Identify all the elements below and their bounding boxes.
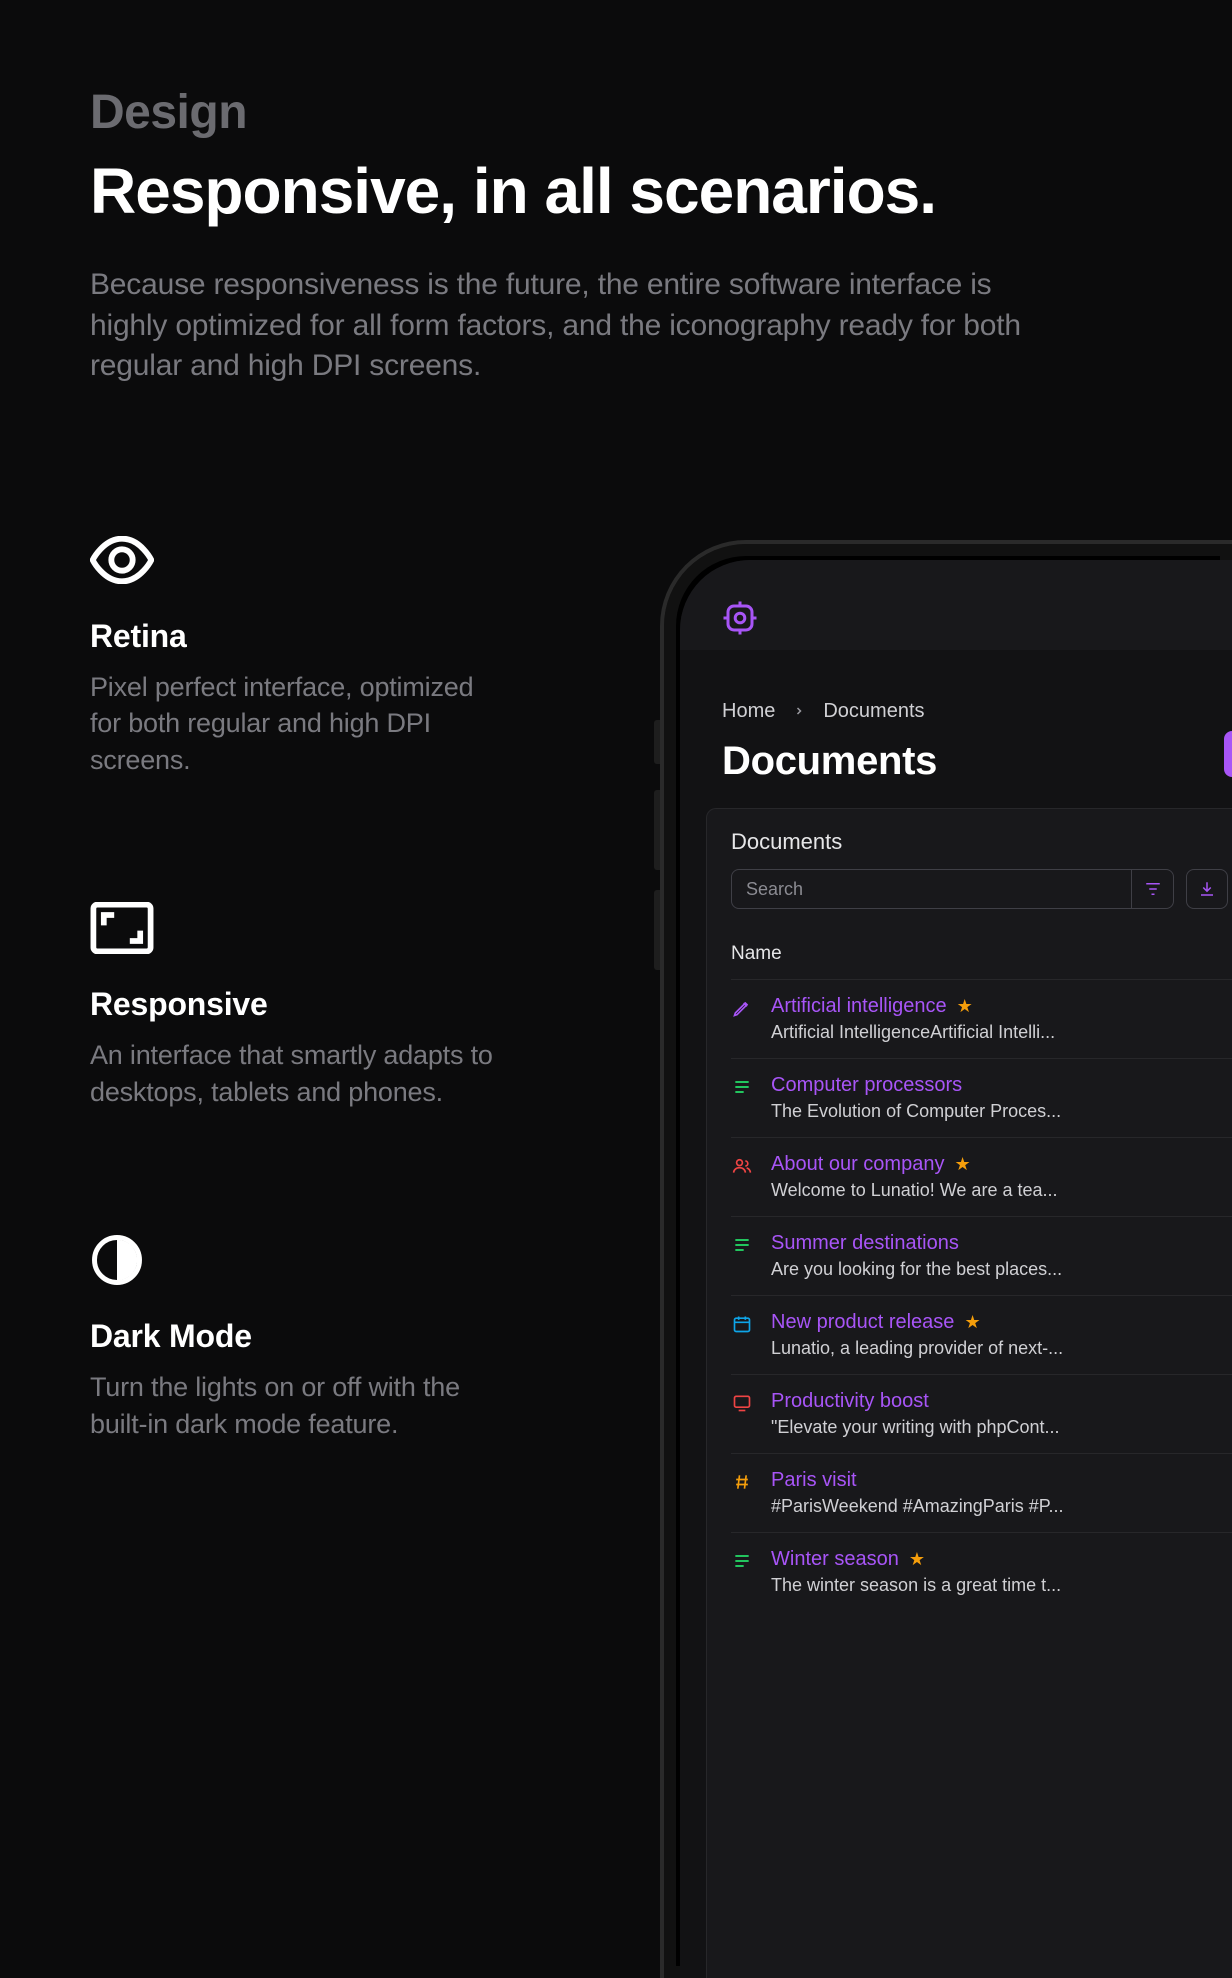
table-row[interactable]: New product release★ Lunatio, a leading p… — [731, 1295, 1232, 1374]
table-row[interactable]: Productivity boost "Elevate your writing … — [731, 1374, 1232, 1453]
row-subtitle: Welcome to Lunatio! We are a tea... — [771, 1180, 1151, 1201]
feature-retina: Retina Pixel perfect interface, optimize… — [90, 530, 510, 778]
star-icon: ★ — [909, 1549, 925, 1570]
row-title[interactable]: Winter season★ — [771, 1548, 1224, 1571]
row-title[interactable]: Computer processors — [771, 1074, 1224, 1097]
filter-button[interactable] — [1131, 869, 1173, 909]
table-row[interactable]: Artificial intelligence★ Artificial Intel… — [731, 979, 1232, 1058]
search-box[interactable] — [731, 869, 1174, 909]
headline-text: Responsive, in all scenarios. — [90, 158, 1142, 225]
column-header-name: Name — [731, 943, 1232, 965]
contrast-icon — [90, 1230, 162, 1290]
table-row[interactable]: Winter season★ The winter season is a gre… — [731, 1532, 1232, 1611]
star-icon: ★ — [964, 1312, 980, 1333]
chevron-right-icon — [793, 700, 805, 723]
app-logo-icon — [722, 600, 758, 636]
feature-darkmode: Dark Mode Turn the lights on or off with… — [90, 1230, 510, 1442]
table-row[interactable]: Summer destinations Are you looking for t… — [731, 1216, 1232, 1295]
phone-mockup: Home Documents Documents Documents — [660, 540, 1232, 1978]
row-title[interactable]: Summer destinations — [771, 1232, 1224, 1255]
feature-title: Responsive — [90, 986, 510, 1023]
row-title[interactable]: Paris visit — [771, 1469, 1224, 1492]
users-icon — [731, 1155, 753, 1177]
breadcrumb-current: Documents — [823, 700, 924, 723]
feature-desc: An interface that smartly adapts to desk… — [90, 1037, 510, 1110]
search-input[interactable] — [732, 879, 1131, 900]
table-row[interactable]: Paris visit #ParisWeekend #AmazingParis #… — [731, 1453, 1232, 1532]
panel-title: Documents — [731, 829, 1232, 855]
page-title: Documents — [722, 739, 937, 784]
lines-icon — [731, 1550, 753, 1572]
row-subtitle: Are you looking for the best places... — [771, 1259, 1151, 1280]
eyebrow-text: Design — [90, 85, 1142, 140]
star-icon: ★ — [954, 1154, 970, 1175]
cal-icon — [731, 1313, 753, 1335]
row-subtitle: "Elevate your writing with phpCont... — [771, 1417, 1151, 1438]
feature-title: Retina — [90, 618, 510, 655]
row-subtitle: The winter season is a great time t... — [771, 1575, 1151, 1596]
breadcrumb: Home Documents — [722, 700, 1232, 723]
row-title[interactable]: Artificial intelligence★ — [771, 995, 1224, 1018]
row-subtitle: The Evolution of Computer Proces... — [771, 1101, 1151, 1122]
eye-icon — [90, 530, 162, 590]
row-title[interactable]: Productivity boost — [771, 1390, 1224, 1413]
screen-icon — [731, 1392, 753, 1414]
pencil-icon — [731, 997, 753, 1019]
row-title[interactable]: About our company★ — [771, 1153, 1224, 1176]
aspect-ratio-icon — [90, 898, 162, 958]
feature-responsive: Responsive An interface that smartly ada… — [90, 898, 510, 1110]
lines-icon — [731, 1234, 753, 1256]
breadcrumb-home[interactable]: Home — [722, 700, 775, 723]
star-icon: ★ — [957, 996, 973, 1017]
table-row[interactable]: Computer processors The Evolution of Comp… — [731, 1058, 1232, 1137]
feature-desc: Turn the lights on or off with the built… — [90, 1369, 510, 1442]
subcopy-text: Because responsiveness is the future, th… — [90, 265, 1060, 387]
app-top-bar — [680, 560, 1232, 650]
feature-title: Dark Mode — [90, 1318, 510, 1355]
table-row[interactable]: About our company★ Welcome to Lunatio! We… — [731, 1137, 1232, 1216]
primary-action-edge[interactable] — [1224, 731, 1232, 777]
documents-panel: Documents Name Artificial — [706, 808, 1232, 1978]
row-subtitle: Lunatio, a leading provider of next-... — [771, 1338, 1151, 1359]
row-subtitle: #ParisWeekend #AmazingParis #P... — [771, 1496, 1151, 1517]
row-title[interactable]: New product release★ — [771, 1311, 1224, 1334]
hash-icon — [731, 1471, 753, 1493]
feature-desc: Pixel perfect interface, optimized for b… — [90, 669, 510, 778]
row-subtitle: Artificial IntelligenceArtificial Intell… — [771, 1022, 1151, 1043]
lines-icon — [731, 1076, 753, 1098]
download-button[interactable] — [1186, 869, 1228, 909]
